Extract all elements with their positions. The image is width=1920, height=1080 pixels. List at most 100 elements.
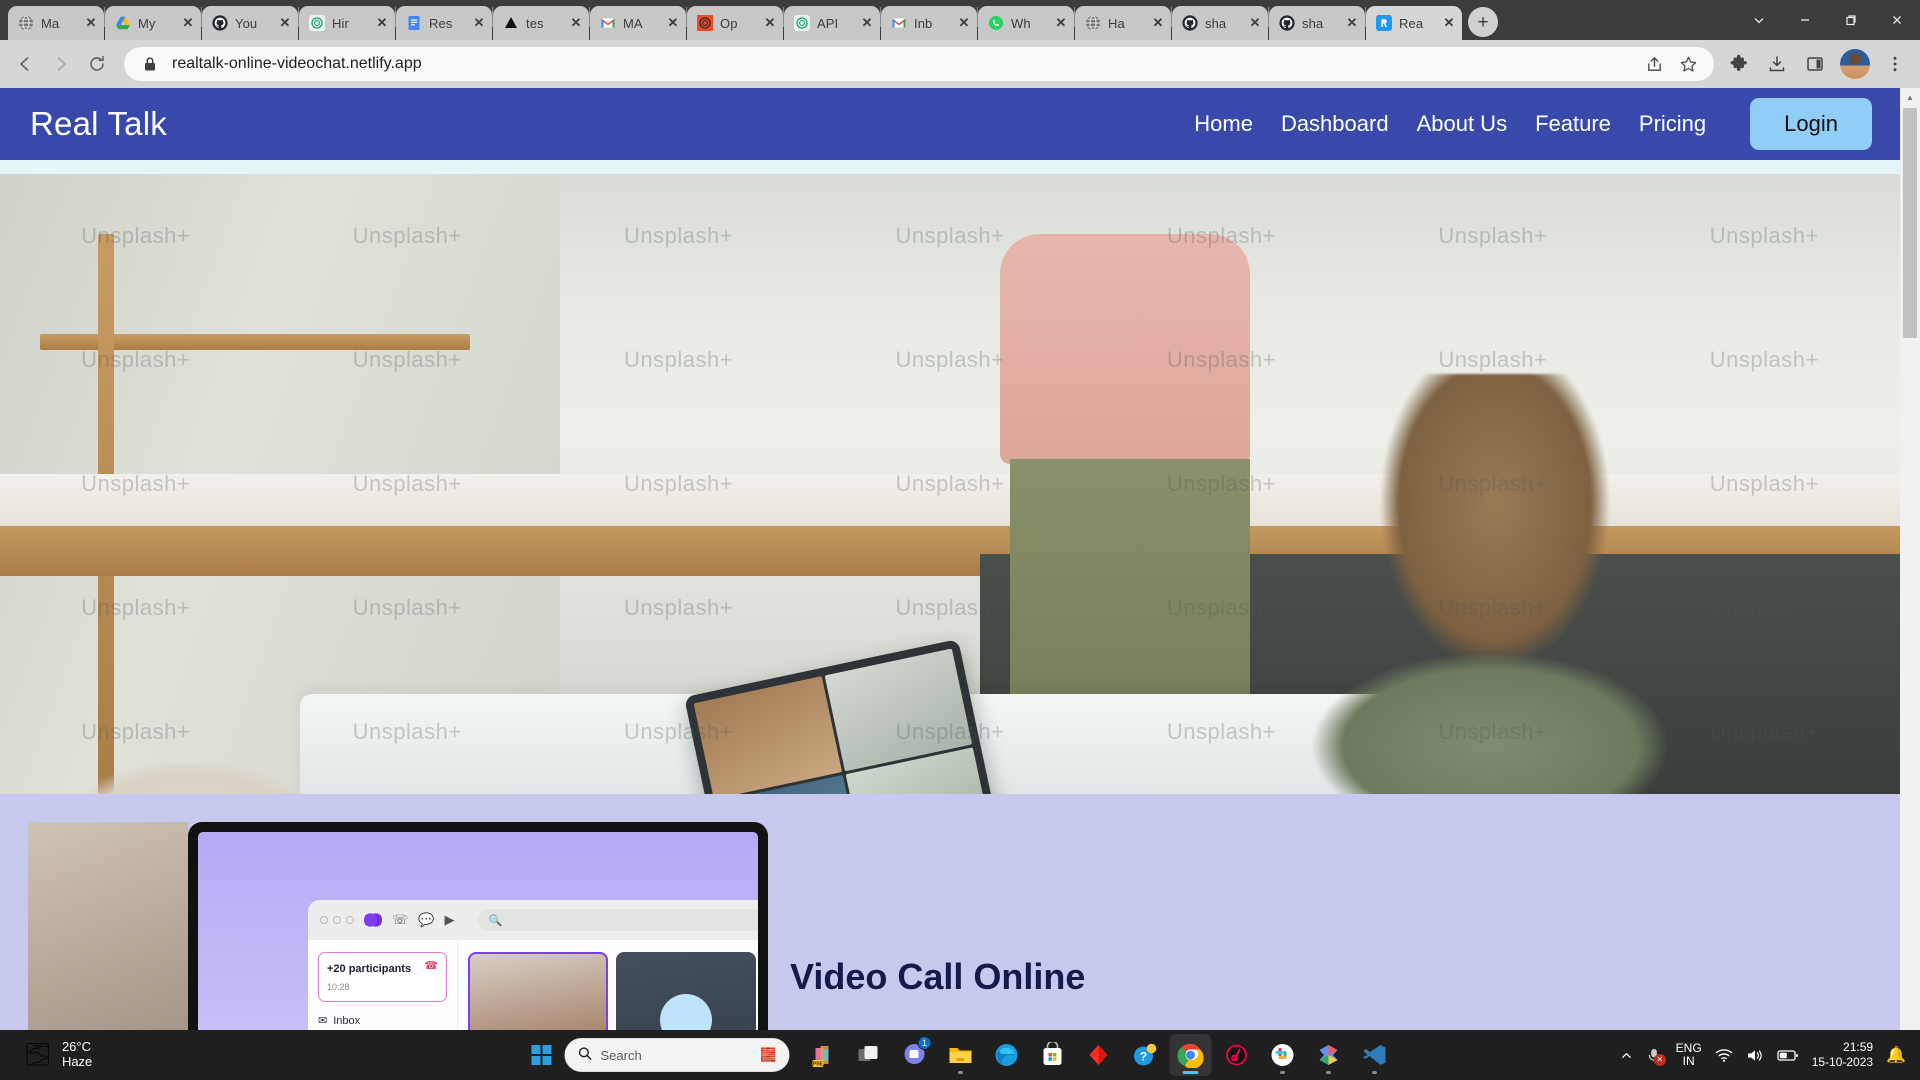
puzzle-icon[interactable] xyxy=(1722,47,1756,81)
reload-icon[interactable] xyxy=(80,47,114,81)
address-bar[interactable]: realtalk-online-videochat.netlify.app xyxy=(124,47,1714,81)
browser-tab[interactable]: Op ✕ xyxy=(687,6,783,40)
browser-tab[interactable]: Inb ✕ xyxy=(881,6,977,40)
chrome-icon[interactable] xyxy=(1169,1034,1212,1076)
slack-icon[interactable] xyxy=(1262,1034,1304,1076)
tab-close-icon[interactable]: ✕ xyxy=(1149,14,1167,32)
tab-close-icon[interactable]: ✕ xyxy=(567,14,585,32)
browser-tab[interactable]: MA ✕ xyxy=(590,6,686,40)
browser-tab[interactable]: Wh ✕ xyxy=(978,6,1074,40)
bell-icon[interactable]: 🔔 xyxy=(1886,1045,1906,1065)
office-pre-icon[interactable]: PRE xyxy=(802,1034,844,1076)
microsoft-store-icon[interactable] xyxy=(1032,1034,1074,1076)
taskbar-search-box[interactable]: Search 🧱 xyxy=(564,1038,790,1072)
clock-widget[interactable]: 21:59 15-10-2023 xyxy=(1812,1040,1873,1070)
video-icon[interactable]: ▶ xyxy=(444,912,454,928)
three-dot-menu-icon[interactable] xyxy=(1878,47,1912,81)
scrollbar-thumb[interactable] xyxy=(1903,108,1917,338)
tab-close-icon[interactable]: ✕ xyxy=(664,14,682,32)
mic-muted-icon[interactable]: ✕ xyxy=(1646,1047,1666,1066)
tab-title: MA xyxy=(623,15,643,31)
browser-tab[interactable]: tes ✕ xyxy=(493,6,589,40)
tab-close-icon[interactable]: ✕ xyxy=(276,14,294,32)
tab-close-icon[interactable]: ✕ xyxy=(1440,14,1458,32)
profile-avatar[interactable] xyxy=(1840,49,1870,79)
taskbar-app-list: PRE 1? xyxy=(802,1034,1396,1076)
browser-tab[interactable]: My ✕ xyxy=(105,6,201,40)
browser-tab[interactable]: API ✕ xyxy=(784,6,880,40)
browser-toolbar: realtalk-online-videochat.netlify.app xyxy=(0,40,1920,88)
browser-tab[interactable]: Rea ✕ xyxy=(1366,6,1462,40)
tab-close-icon[interactable]: ✕ xyxy=(470,14,488,32)
minimize-icon[interactable] xyxy=(1782,0,1828,40)
file-explorer-icon[interactable] xyxy=(940,1034,982,1076)
share-icon[interactable] xyxy=(1642,52,1666,76)
tab-close-icon[interactable]: ✕ xyxy=(761,14,779,32)
browser-tab[interactable]: You ✕ xyxy=(202,6,298,40)
gmail-icon xyxy=(599,15,616,32)
browser-tab[interactable]: sha ✕ xyxy=(1269,6,1365,40)
participants-card[interactable]: +20 participants 10:28 ☎ xyxy=(318,952,447,1002)
tab-title: Res xyxy=(429,15,453,31)
tab-close-icon[interactable]: ✕ xyxy=(82,14,100,32)
close-icon[interactable] xyxy=(1874,0,1920,40)
browser-tab[interactable]: Hir ✕ xyxy=(299,6,395,40)
chevron-down-icon[interactable] xyxy=(1736,0,1782,40)
wifi-icon[interactable] xyxy=(1715,1048,1733,1063)
chrome-browser-window: Ma ✕ My ✕ You ✕ Hir ✕ Res ✕ tes ✕ MA ✕ Op ✕ API ✕ Inb ✕ Wh ✕ H… xyxy=(0,0,1920,1030)
download-icon[interactable] xyxy=(1760,47,1794,81)
chat-icon[interactable]: 💬 xyxy=(418,912,434,928)
battery-icon[interactable] xyxy=(1777,1049,1799,1062)
nav-link-pricing[interactable]: Pricing xyxy=(1639,111,1706,137)
phone-icon[interactable]: ☏ xyxy=(392,912,408,928)
lock-icon xyxy=(138,52,162,76)
side-panel-icon[interactable] xyxy=(1798,47,1832,81)
back-arrow-icon[interactable] xyxy=(8,47,42,81)
page-scrollbar[interactable]: ▲ xyxy=(1900,88,1920,1030)
mock-search-input[interactable]: 🔍 xyxy=(478,909,758,931)
tab-close-icon[interactable]: ✕ xyxy=(1343,14,1361,32)
browser-tab[interactable]: Res ✕ xyxy=(396,6,492,40)
google-docs-icon xyxy=(405,15,422,32)
mock-inbox-item[interactable]: ✉ Inbox xyxy=(318,1014,447,1028)
vscode-icon[interactable] xyxy=(1354,1034,1396,1076)
mock-app-titlebar: ☏ 💬 ▶ 🔍 xyxy=(308,900,758,940)
tab-close-icon[interactable]: ✕ xyxy=(955,14,973,32)
site-brand[interactable]: Real Talk xyxy=(30,105,167,143)
figma-icon[interactable] xyxy=(1308,1034,1350,1076)
chevron-up-icon[interactable] xyxy=(1620,1049,1633,1062)
windows-start-icon[interactable] xyxy=(525,1038,559,1072)
tab-close-icon[interactable]: ✕ xyxy=(179,14,197,32)
browser-tab[interactable]: Ha ✕ xyxy=(1075,6,1171,40)
get-help-icon[interactable]: ? xyxy=(1124,1034,1166,1076)
new-tab-button[interactable]: + xyxy=(1468,7,1498,37)
tab-close-icon[interactable]: ✕ xyxy=(373,14,391,32)
tab-close-icon[interactable]: ✕ xyxy=(858,14,876,32)
forward-arrow-icon[interactable] xyxy=(44,47,78,81)
browser-tab[interactable]: sha ✕ xyxy=(1172,6,1268,40)
tab-close-icon[interactable]: ✕ xyxy=(1246,14,1264,32)
nav-link-home[interactable]: Home xyxy=(1194,111,1253,137)
mock-app-logo xyxy=(364,911,382,929)
weather-widget[interactable]: 🌫 26°C Haze xyxy=(0,1039,92,1070)
adobe-icon[interactable] xyxy=(1078,1034,1120,1076)
tab-close-icon[interactable]: ✕ xyxy=(1052,14,1070,32)
nav-link-about-us[interactable]: About Us xyxy=(1417,111,1508,137)
nav-link-dashboard[interactable]: Dashboard xyxy=(1281,111,1389,137)
copilot-icon[interactable]: 🧱 xyxy=(760,1047,776,1063)
capcut-icon[interactable] xyxy=(1216,1034,1258,1076)
star-icon[interactable] xyxy=(1676,52,1700,76)
browser-tab[interactable]: Ma ✕ xyxy=(8,6,104,40)
scroll-up-arrow[interactable]: ▲ xyxy=(1900,88,1920,106)
restore-icon[interactable] xyxy=(1828,0,1874,40)
volume-icon[interactable] xyxy=(1746,1048,1764,1063)
login-button[interactable]: Login xyxy=(1750,98,1872,150)
tab-title: Inb xyxy=(914,15,933,31)
tab-title: sha xyxy=(1205,15,1227,31)
end-call-icon[interactable]: ☎ xyxy=(424,959,438,972)
language-indicator[interactable]: ENG IN xyxy=(1676,1041,1702,1068)
teams-icon[interactable]: 1 xyxy=(894,1034,936,1076)
edge-icon[interactable] xyxy=(986,1034,1028,1076)
nav-link-feature[interactable]: Feature xyxy=(1535,111,1611,137)
task-view-icon[interactable] xyxy=(848,1034,890,1076)
